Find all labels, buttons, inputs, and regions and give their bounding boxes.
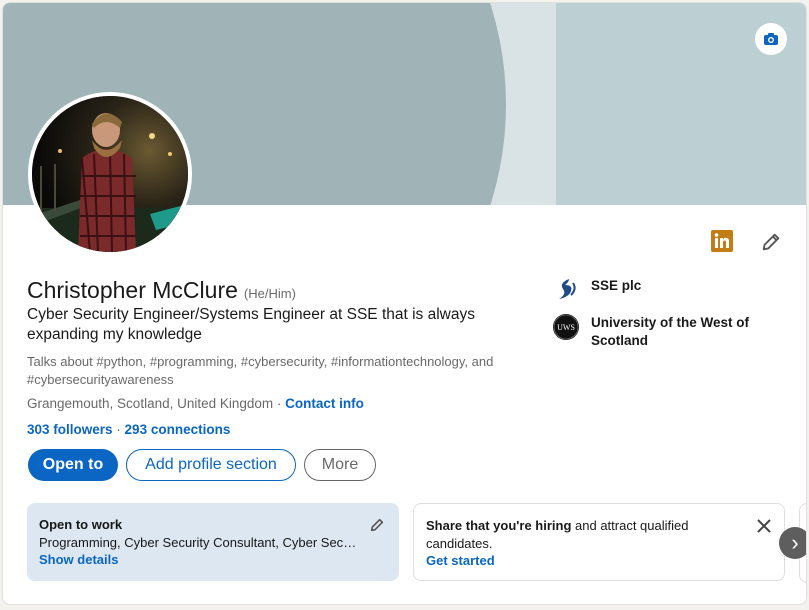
followers-link[interactable]: 303 followers [27, 422, 113, 437]
pencil-icon [370, 518, 384, 532]
edit-open-to-work-button[interactable] [367, 515, 387, 535]
org-uws[interactable]: UWS University of the West of Scotland [553, 314, 771, 350]
connections-link[interactable]: 293 connections [125, 422, 231, 437]
uws-logo-icon: UWS [553, 314, 579, 340]
camera-icon [764, 33, 778, 45]
svg-text:UWS: UWS [557, 323, 575, 332]
close-icon [757, 519, 771, 533]
talks-about: Talks about #python, #programming, #cybe… [27, 354, 494, 387]
carousel-next-button[interactable]: › [779, 527, 806, 559]
hiring-title: Share that you're hiring [426, 518, 572, 533]
profile-headline: Cyber Security Engineer/Systems Engineer… [27, 306, 475, 343]
contact-info-link[interactable]: Contact info [285, 396, 364, 411]
profile-photo-image [32, 96, 188, 252]
dismiss-hiring-button[interactable] [754, 516, 774, 536]
linkedin-icon [711, 230, 733, 252]
network-separator: · [112, 422, 125, 437]
org-label: SSE plc [591, 278, 642, 293]
open-to-work-title: Open to work [39, 517, 123, 532]
show-details-link[interactable]: Show details [39, 551, 387, 569]
more-button[interactable]: More [304, 449, 376, 481]
edit-intro-button[interactable] [758, 229, 784, 255]
add-profile-section-button[interactable]: Add profile section [126, 449, 296, 481]
profile-name: Christopher McClure [27, 277, 238, 303]
org-sse[interactable]: SSE plc [553, 277, 771, 303]
linkedin-badge-button[interactable] [710, 229, 734, 253]
org-label: University of the West of Scotland [591, 315, 750, 348]
location: Grangemouth, Scotland, United Kingdom [27, 396, 274, 411]
location-separator: · [273, 396, 286, 411]
profile-card: Christopher McClure (He/Him) Cyber Secur… [2, 2, 807, 605]
chevron-right-icon: › [791, 530, 799, 555]
sse-logo-icon [553, 277, 579, 303]
location-row: Grangemouth, Scotland, United Kingdom · … [27, 396, 364, 411]
open-to-button[interactable]: Open to [28, 449, 118, 481]
edit-banner-button[interactable] [755, 23, 787, 55]
hiring-card: Share that you're hiring and attract qua… [413, 503, 785, 581]
pronouns: (He/Him) [243, 286, 296, 301]
hiring-message: Share that you're hiring and attract qua… [426, 517, 726, 552]
get-started-link[interactable]: Get started [426, 552, 772, 570]
pencil-icon [762, 233, 780, 251]
open-to-work-description: Programming, Cyber Security Consultant, … [39, 534, 359, 550]
name-row: Christopher McClure (He/Him) [27, 277, 296, 304]
profile-photo[interactable] [28, 92, 192, 256]
network-row: 303 followers · 293 connections [27, 422, 230, 437]
open-to-work-card[interactable]: Open to work Programming, Cyber Security… [27, 503, 399, 581]
